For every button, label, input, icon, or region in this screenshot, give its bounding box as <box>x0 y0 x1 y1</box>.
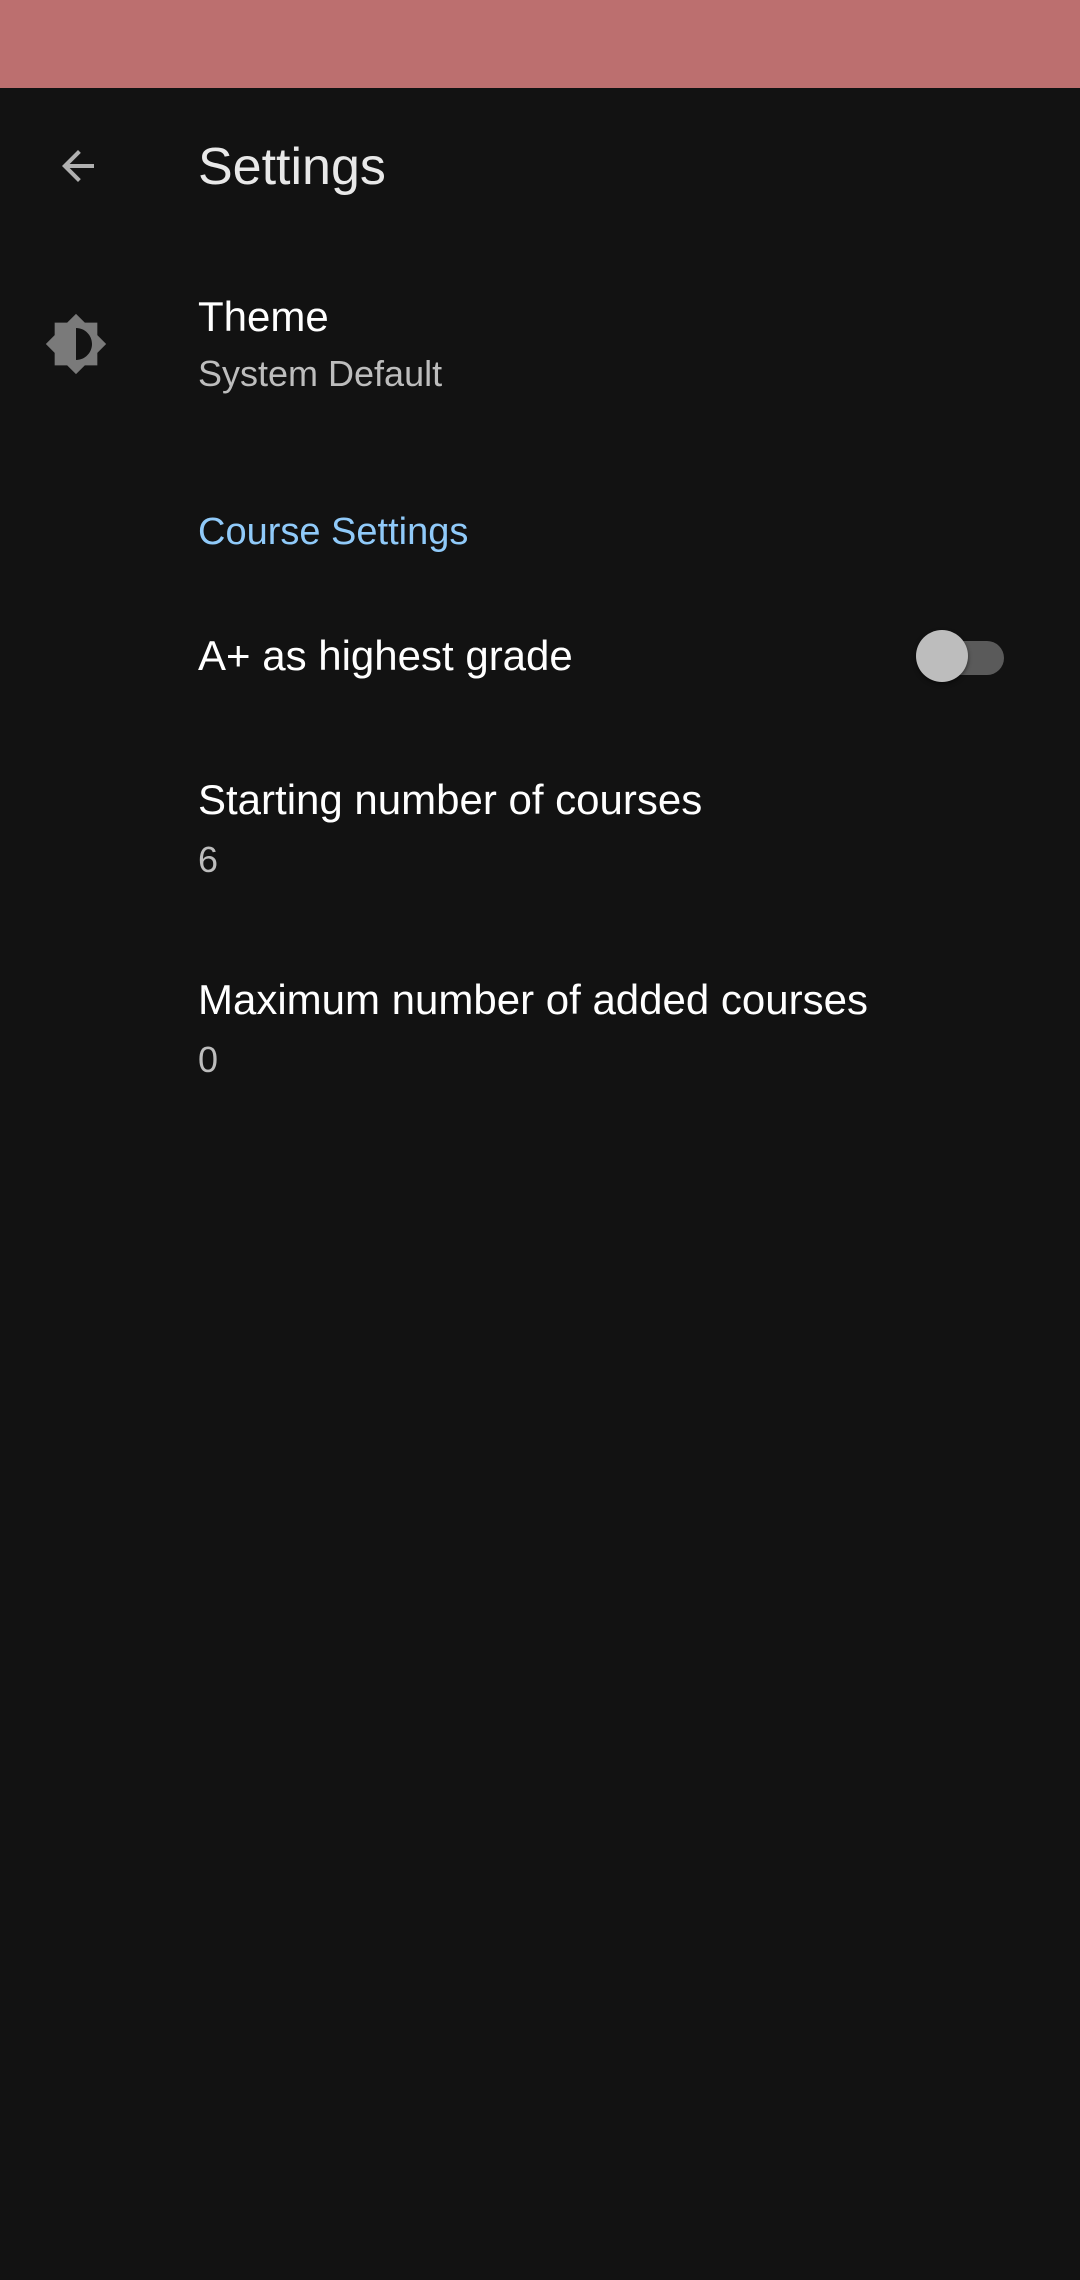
switch-thumb <box>916 630 968 682</box>
max-added-courses-title: Maximum number of added courses <box>198 976 868 1023</box>
theme-summary: System Default <box>198 353 443 394</box>
starting-courses-preference[interactable]: Starting number of courses 6 <box>0 745 1080 905</box>
page-title: Settings <box>198 138 386 196</box>
a-plus-title: A+ as highest grade <box>198 632 573 679</box>
arrow-back-icon <box>62 150 94 182</box>
a-plus-switch[interactable] <box>916 625 1008 685</box>
starting-courses-value: 6 <box>198 839 219 880</box>
status-bar <box>0 0 1080 88</box>
max-added-courses-value: 0 <box>198 1039 219 1080</box>
back-button[interactable] <box>30 130 126 202</box>
max-added-courses-preference[interactable]: Maximum number of added courses 0 <box>0 945 1080 1105</box>
brightness-icon <box>45 313 107 375</box>
course-settings-header: Course Settings <box>198 511 469 553</box>
app-bar: Settings <box>0 88 1080 244</box>
theme-preference[interactable]: Theme System Default <box>0 270 1080 420</box>
theme-title: Theme <box>198 293 329 340</box>
starting-courses-title: Starting number of courses <box>198 776 703 823</box>
